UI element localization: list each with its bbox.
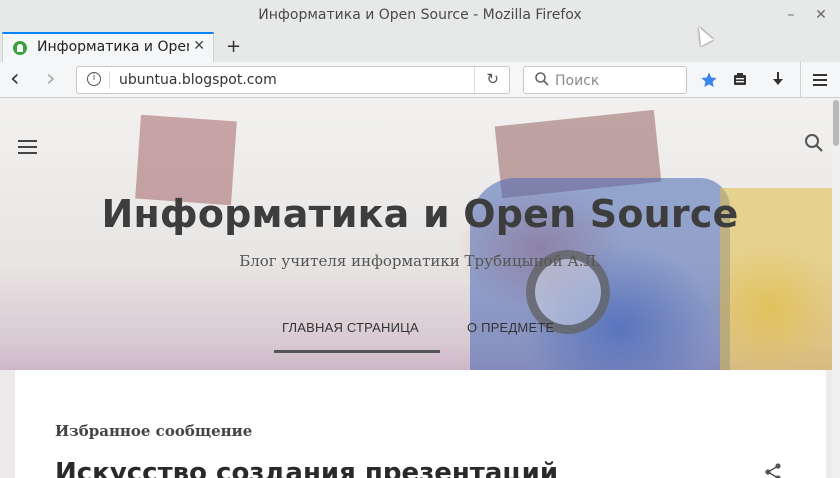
url-text[interactable]: ubuntua.blogspot.com <box>119 72 277 88</box>
menu-item-about[interactable]: О ПРЕДМЕТЕ <box>467 320 554 335</box>
window-title: Информатика и Open Source - Mozilla Fire… <box>258 7 582 23</box>
featured-post-card: Избранное сообщение Искусство создания п… <box>15 370 826 478</box>
featured-label: Избранное сообщение <box>55 422 253 440</box>
star-icon[interactable] <box>700 71 718 93</box>
toolbar-separator <box>800 62 801 98</box>
blog-subtitle: Блог учителя информатики Трубицыной А.Л. <box>239 252 601 270</box>
search-bar[interactable]: Поиск <box>523 66 687 94</box>
url-bar[interactable]: i ubuntua.blogspot.com ↻ <box>76 66 510 94</box>
reload-separator <box>474 67 475 93</box>
forward-button[interactable]: › <box>46 66 56 90</box>
blogger-favicon-icon <box>13 41 27 55</box>
page-scrollbar[interactable] <box>832 98 840 478</box>
navigation-toolbar: ‹ › i ubuntua.blogspot.com ↻ Поиск <box>0 62 840 98</box>
site-menu-icon[interactable] <box>18 140 37 158</box>
new-tab-button[interactable]: + <box>226 36 241 57</box>
menu-item-home[interactable]: ГЛАВНАЯ СТРАНИЦА <box>282 320 419 335</box>
download-icon[interactable] <box>770 71 786 91</box>
menu-icon[interactable] <box>812 72 828 91</box>
scrollbar-thumb[interactable] <box>833 100 839 146</box>
reading-list-icon[interactable] <box>732 71 748 91</box>
close-tab-button[interactable]: ✕ <box>193 38 205 54</box>
site-search-icon[interactable] <box>804 133 824 158</box>
share-icon[interactable] <box>763 462 783 478</box>
post-title-link[interactable]: Искусство создания презентаций <box>55 458 558 478</box>
info-icon[interactable]: i <box>87 72 101 86</box>
back-button[interactable]: ‹ <box>10 66 20 90</box>
search-placeholder: Поиск <box>555 73 600 89</box>
active-menu-indicator <box>274 350 440 353</box>
close-window-button[interactable]: ✕ <box>812 6 830 24</box>
blog-title[interactable]: Информатика и Open Source <box>0 192 832 236</box>
reload-button[interactable]: ↻ <box>486 70 499 88</box>
page-content: Информатика и Open Source Блог учителя и… <box>0 98 832 478</box>
tab-active[interactable]: Информатика и Open Source ✕ <box>2 32 214 62</box>
search-icon <box>534 71 550 91</box>
tab-strip: Информатика и Open Source ✕ + <box>0 32 840 62</box>
minimize-button[interactable]: – <box>782 6 800 24</box>
urlbar-separator <box>109 71 110 89</box>
window-titlebar: Информатика и Open Source - Mozilla Fire… <box>0 0 840 32</box>
tab-label: Информатика и Open Source <box>37 39 189 55</box>
